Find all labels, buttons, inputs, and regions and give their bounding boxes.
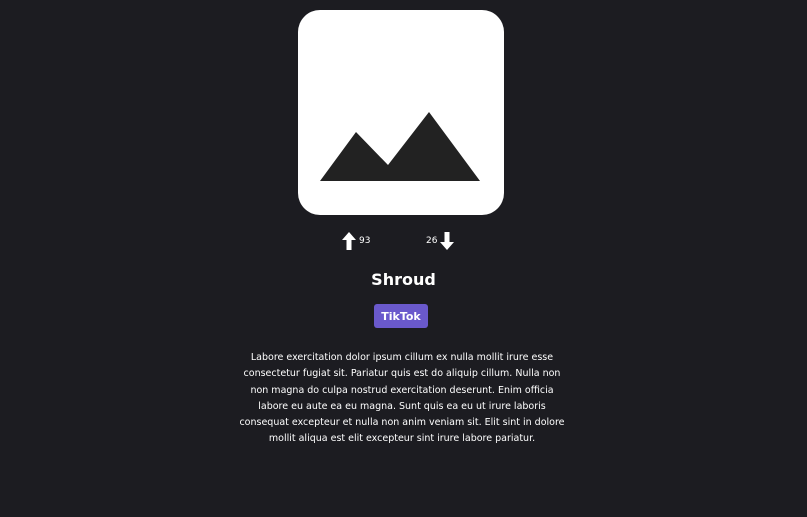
vote-bar: 93 26 bbox=[0, 232, 807, 252]
upvote-count: 93 bbox=[359, 236, 371, 246]
downvote-count: 26 bbox=[426, 236, 438, 246]
arrow-up-icon bbox=[342, 232, 356, 250]
creator-description: Labore exercitation dolor ipsum cillum e… bbox=[239, 352, 565, 445]
image-placeholder-icon bbox=[320, 112, 480, 181]
creator-card: 93 26 Shroud TikTok Labore exercitation … bbox=[0, 0, 807, 517]
upvote-button[interactable]: 93 bbox=[342, 232, 370, 250]
creator-image bbox=[298, 10, 504, 215]
downvote-button[interactable]: 26 bbox=[426, 232, 455, 250]
platform-badge[interactable]: TikTok bbox=[374, 304, 428, 328]
creator-name: Shroud bbox=[371, 270, 436, 289]
arrow-down-icon bbox=[440, 232, 455, 250]
